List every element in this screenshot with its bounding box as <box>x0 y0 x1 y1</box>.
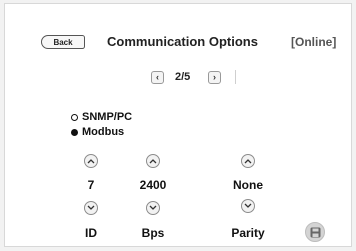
chevron-right-icon: › <box>213 72 216 82</box>
id-increase-button[interactable] <box>84 154 98 168</box>
page-title: Communication Options <box>107 34 258 49</box>
chevron-down-icon <box>87 205 95 210</box>
protocol-option-modbus[interactable]: Modbus <box>71 126 124 138</box>
back-button[interactable]: Back <box>41 35 85 49</box>
baud-label: Bps <box>141 226 165 240</box>
protocol-option-label: SNMP/PC <box>82 111 133 123</box>
baud-value: 2400 <box>139 178 167 192</box>
save-icon <box>310 227 320 237</box>
parity-decrease-button[interactable] <box>241 199 255 213</box>
parity-value: None <box>233 178 263 192</box>
protocol-option-snmp-pc[interactable]: SNMP/PC <box>71 111 132 123</box>
page-indicator: 2/5 <box>175 71 191 83</box>
id-decrease-button[interactable] <box>84 201 98 215</box>
connection-status: [Online] <box>291 35 337 49</box>
chevron-up-icon <box>87 159 95 164</box>
pager-divider <box>235 70 236 84</box>
protocol-option-label: Modbus <box>82 126 125 138</box>
chevron-down-icon <box>149 205 157 210</box>
previous-page-button[interactable]: ‹ <box>151 71 164 84</box>
next-page-button[interactable]: › <box>208 71 221 84</box>
radio-unselected-icon <box>71 113 78 121</box>
parity-label: Parity <box>231 226 265 240</box>
chevron-left-icon: ‹ <box>156 72 159 82</box>
communication-options-panel: Back Communication Options [Online] ‹ 2/… <box>4 3 352 247</box>
radio-selected-icon <box>71 128 78 136</box>
id-value: 7 <box>87 178 95 192</box>
chevron-up-icon <box>149 159 157 164</box>
chevron-down-icon <box>244 203 252 208</box>
parity-increase-button[interactable] <box>241 154 255 168</box>
baud-increase-button[interactable] <box>146 154 160 168</box>
baud-decrease-button[interactable] <box>146 201 160 215</box>
chevron-up-icon <box>244 159 252 164</box>
back-button-label: Back <box>53 37 73 47</box>
save-button[interactable] <box>305 222 325 242</box>
id-label: ID <box>85 226 97 240</box>
